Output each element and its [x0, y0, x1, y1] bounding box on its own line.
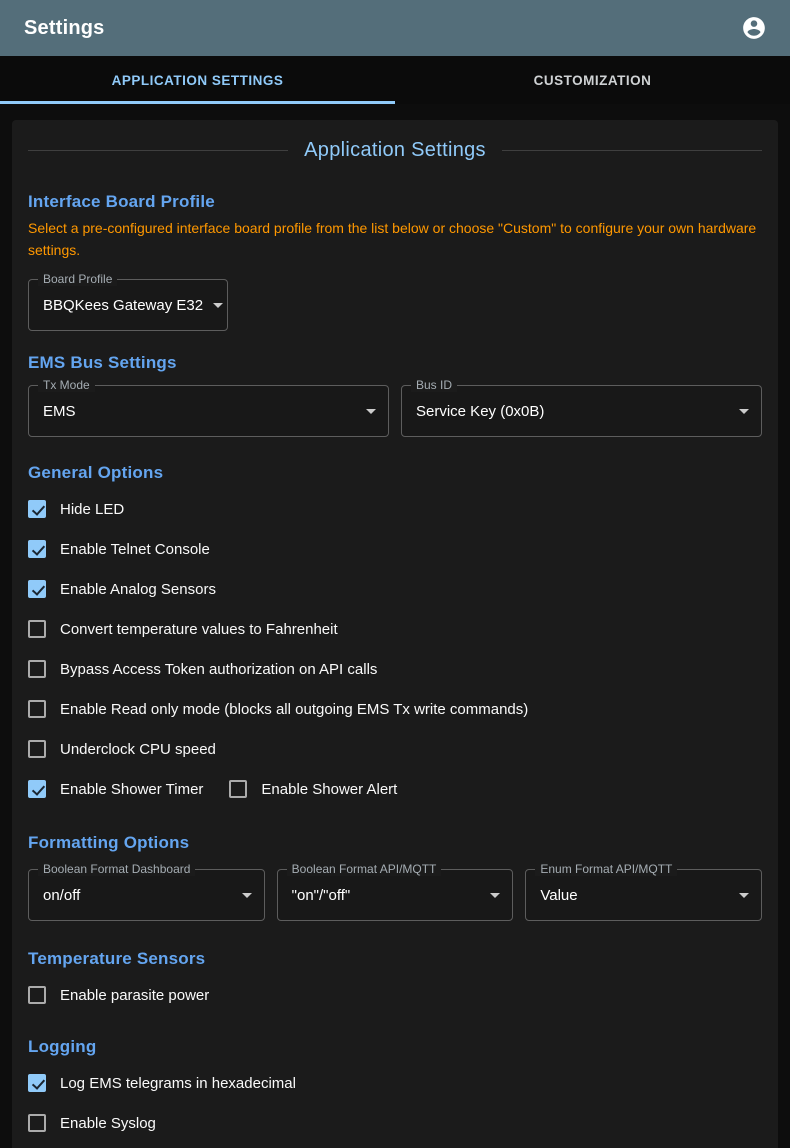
checkbox-label: Bypass Access Token authorization on API…: [60, 661, 377, 678]
tx-mode-select[interactable]: Tx Mode EMS: [28, 385, 389, 437]
section-heading-general-options: General Options: [28, 463, 762, 483]
checkbox-icon[interactable]: [229, 780, 247, 798]
section-heading-ems-bus: EMS Bus Settings: [28, 353, 762, 373]
checkbox-label: Enable Read only mode (blocks all outgoi…: [60, 701, 528, 718]
checkbox-label: Enable Telnet Console: [60, 541, 210, 558]
account-circle-icon: [741, 15, 767, 41]
application-settings-panel: Application Settings Interface Board Pro…: [12, 120, 778, 1148]
dropdown-arrow-icon: [739, 409, 749, 414]
checkbox-label: Enable Shower Alert: [261, 781, 397, 798]
dropdown-arrow-icon: [366, 409, 376, 414]
checkbox-label: Convert temperature values to Fahrenheit: [60, 621, 338, 638]
enum-format-api-value: Value: [540, 887, 729, 904]
checkbox-icon[interactable]: [28, 500, 46, 518]
checkbox-row-underclock-cpu[interactable]: Underclock CPU speed: [28, 729, 762, 769]
dropdown-arrow-icon: [242, 893, 252, 898]
checkbox-row-telnet-console[interactable]: Enable Telnet Console: [28, 529, 762, 569]
tab-customization[interactable]: CUSTOMIZATION: [395, 56, 790, 104]
account-button[interactable]: [734, 8, 774, 48]
boolean-format-api-value: "on"/"off": [292, 887, 481, 904]
dropdown-arrow-icon: [739, 893, 749, 898]
tx-mode-value: EMS: [43, 403, 356, 420]
board-profile-select[interactable]: Board Profile BBQKees Gateway E32: [28, 279, 228, 331]
checkbox-label: Enable Analog Sensors: [60, 581, 216, 598]
divider-line: [502, 150, 762, 151]
boolean-format-dashboard-select[interactable]: Boolean Format Dashboard on/off: [28, 869, 265, 921]
section-heading-temperature-sensors: Temperature Sensors: [28, 949, 762, 969]
section-heading-interface-board: Interface Board Profile: [28, 192, 762, 212]
checkbox-icon[interactable]: [28, 780, 46, 798]
active-tab-indicator: [0, 101, 395, 104]
enum-format-api-select[interactable]: Enum Format API/MQTT Value: [525, 869, 762, 921]
checkbox-label: Enable Syslog: [60, 1115, 156, 1132]
checkbox-icon[interactable]: [28, 620, 46, 638]
checkbox-row-log-hexadecimal[interactable]: Log EMS telegrams in hexadecimal: [28, 1063, 762, 1103]
checkbox-label: Underclock CPU speed: [60, 741, 216, 758]
bus-id-value: Service Key (0x0B): [416, 403, 729, 420]
checkbox-label: Log EMS telegrams in hexadecimal: [60, 1075, 296, 1092]
checkbox-label: Enable parasite power: [60, 987, 209, 1004]
page-title: Settings: [24, 17, 105, 40]
settings-tabs: APPLICATION SETTINGS CUSTOMIZATION: [0, 56, 790, 104]
checkbox-row-hide-led[interactable]: Hide LED: [28, 489, 762, 529]
tx-mode-label: Tx Mode: [38, 378, 95, 392]
checkbox-icon[interactable]: [28, 1074, 46, 1092]
checkbox-row-bypass-token[interactable]: Bypass Access Token authorization on API…: [28, 649, 762, 689]
panel-title: Application Settings: [28, 136, 762, 164]
tab-application-settings[interactable]: APPLICATION SETTINGS: [0, 56, 395, 104]
boolean-format-api-label: Boolean Format API/MQTT: [287, 862, 442, 876]
boolean-format-dashboard-label: Boolean Format Dashboard: [38, 862, 195, 876]
bus-id-label: Bus ID: [411, 378, 457, 392]
checkbox-row-parasite-power[interactable]: Enable parasite power: [28, 975, 762, 1015]
section-heading-logging: Logging: [28, 1037, 762, 1057]
checkbox-row-shower-timer[interactable]: Enable Shower Timer: [28, 769, 203, 809]
boolean-format-api-select[interactable]: Boolean Format API/MQTT "on"/"off": [277, 869, 514, 921]
checkbox-label: Enable Shower Timer: [60, 781, 203, 798]
dropdown-arrow-icon: [213, 303, 223, 308]
bus-id-select[interactable]: Bus ID Service Key (0x0B): [401, 385, 762, 437]
checkbox-icon[interactable]: [28, 700, 46, 718]
checkbox-icon[interactable]: [28, 740, 46, 758]
checkbox-icon[interactable]: [28, 580, 46, 598]
checkbox-icon[interactable]: [28, 660, 46, 678]
interface-board-description: Select a pre-configured interface board …: [28, 218, 758, 261]
board-profile-label: Board Profile: [38, 272, 117, 286]
checkbox-label: Hide LED: [60, 501, 124, 518]
checkbox-row-fahrenheit[interactable]: Convert temperature values to Fahrenheit: [28, 609, 762, 649]
divider-line: [28, 150, 288, 151]
checkbox-icon[interactable]: [28, 540, 46, 558]
boolean-format-dashboard-value: on/off: [43, 887, 232, 904]
dropdown-arrow-icon: [490, 893, 500, 898]
app-bar: Settings: [0, 0, 790, 56]
section-heading-formatting-options: Formatting Options: [28, 833, 762, 853]
checkbox-icon[interactable]: [28, 986, 46, 1004]
checkbox-row-analog-sensors[interactable]: Enable Analog Sensors: [28, 569, 762, 609]
checkbox-icon[interactable]: [28, 1114, 46, 1132]
general-options-list: Hide LED Enable Telnet Console Enable An…: [28, 489, 762, 809]
checkbox-row-read-only[interactable]: Enable Read only mode (blocks all outgoi…: [28, 689, 762, 729]
enum-format-api-label: Enum Format API/MQTT: [535, 862, 677, 876]
checkbox-row-shower-alert[interactable]: Enable Shower Alert: [229, 769, 397, 809]
checkbox-row-enable-syslog[interactable]: Enable Syslog: [28, 1103, 762, 1143]
panel-title-text: Application Settings: [304, 139, 486, 162]
board-profile-value: BBQKees Gateway E32: [43, 297, 203, 314]
